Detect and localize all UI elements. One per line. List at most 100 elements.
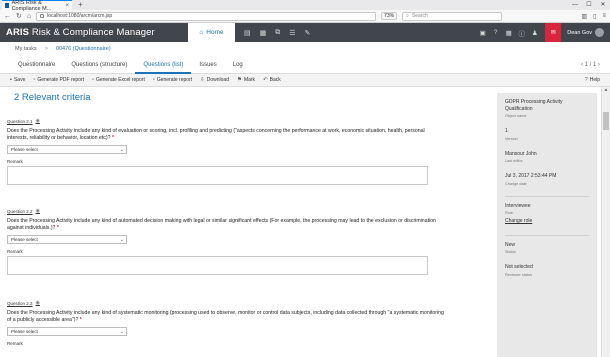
breadcrumb-root[interactable]: My tasks <box>15 46 37 52</box>
change-role-link[interactable]: Change role <box>505 218 589 225</box>
new-tab-button[interactable]: + <box>78 0 83 10</box>
reviewer-status-label: Reviewer status <box>505 272 533 277</box>
answer-select[interactable]: Please select ⌄ <box>7 145 127 154</box>
url-bar[interactable]: localhost:1080/arcm/arcm.jsp <box>36 11 377 21</box>
scroll-up-icon[interactable]: ▲ <box>602 87 610 93</box>
wrench-icon[interactable]: ✎ <box>305 29 311 37</box>
question-number[interactable]: Question 2.2 <box>7 209 33 214</box>
question-text: Does the Processing Activity include any… <box>7 218 447 232</box>
remark-field[interactable] <box>7 256 428 275</box>
panel-divider <box>505 234 589 236</box>
tab-pager[interactable]: ‹ 1 / 1 › <box>581 56 600 74</box>
question-text-body: Does the Processing Activity include any… <box>7 218 436 231</box>
panel-divider <box>505 195 589 197</box>
generate-pdf-button[interactable]: ▫ Generate PDF report <box>33 77 84 83</box>
status-field: New Status <box>505 242 589 255</box>
menu-icon[interactable]: ≡ <box>602 13 606 20</box>
download-button[interactable]: ⇩ Download <box>200 77 229 83</box>
user-menu[interactable]: Dean Gov <box>561 28 610 37</box>
eye-icon[interactable]: ◉ <box>36 118 40 124</box>
pdf-icon: ▫ <box>33 77 36 83</box>
mark-button[interactable]: ⚑ Mark <box>237 77 255 83</box>
browser-search-input[interactable]: ⌕ Search <box>402 11 503 21</box>
download-label: Download <box>206 77 229 83</box>
eye-icon[interactable]: ◉ <box>36 300 40 306</box>
user-settings-icon[interactable]: ♟ <box>528 29 541 37</box>
app-title-name: Risk & Compliance Manager <box>29 27 155 38</box>
maximize-button[interactable]: ☐ <box>582 0 596 10</box>
question-label[interactable]: Question 2.2 ◉ <box>7 208 447 214</box>
question-block: Question 2.1 ◉ Does the Processing Activi… <box>7 118 447 185</box>
role-field: Interviewee Role Change role <box>505 203 589 225</box>
question-label[interactable]: Question 2.3 ◉ <box>7 300 447 306</box>
breadcrumb-current[interactable]: 00476 (Questionnaire) <box>56 46 111 52</box>
reviewer-status-field: Not selected Reviewer status <box>505 264 589 277</box>
question-label[interactable]: Question 2.1 ◉ <box>7 118 447 124</box>
vertical-scrollbar[interactable]: ▲ <box>601 87 610 357</box>
back-icon: ↶ <box>263 77 268 83</box>
object-name-field: GDPR Processing Activity Qualification O… <box>505 99 589 118</box>
tab-issues[interactable]: Issues <box>191 56 224 74</box>
tab-questions-list[interactable]: Questions (list) <box>135 56 192 74</box>
question-number[interactable]: Question 2.3 <box>7 301 33 306</box>
question-text-body: Does the Processing Activity include any… <box>7 310 444 323</box>
generate-excel-label: Generate Excel report <box>95 77 145 83</box>
mail-button[interactable]: ✉ <box>545 23 562 42</box>
mail-icon: ✉ <box>550 30 556 36</box>
info-icon[interactable]: ⓘ <box>515 28 528 38</box>
url-text: localhost:1080/arcm/arcm.jsp <box>47 13 113 19</box>
browser-tab[interactable]: ARIS Risk & Compliance M... × <box>2 0 72 12</box>
home-icon[interactable]: ⌂ <box>27 13 31 20</box>
browser-nav-bar: ← ↻ ⌂ localhost:1080/arcm/arcm.jsp 73% ⌕… <box>0 10 610 23</box>
hierarchy-icon[interactable]: ⧉ <box>275 29 280 37</box>
status-label: Status <box>505 250 516 254</box>
home-button[interactable]: ⌂ Home <box>188 23 235 42</box>
minimize-button[interactable]: — <box>568 0 582 10</box>
help-icon[interactable]: ? <box>489 29 502 36</box>
remark-field[interactable] <box>7 166 428 185</box>
generate-pdf-label: Generate PDF report <box>37 77 84 83</box>
role-value: Interviewee <box>505 202 531 209</box>
document-icon[interactable]: ▤ <box>244 29 251 37</box>
scroll-thumb[interactable] <box>603 112 609 130</box>
excel-icon: ▫ <box>92 77 94 83</box>
question-number[interactable]: Question 2.1 <box>7 119 33 124</box>
info-panel: GDPR Processing Activity Qualification O… <box>497 93 597 357</box>
tab-log[interactable]: Log <box>225 56 251 74</box>
chevron-down-icon: ⌄ <box>119 146 124 153</box>
object-name-value: GDPR Processing Activity Qualification <box>505 99 563 112</box>
generate-report-button[interactable]: ▫ Generate report <box>153 77 192 83</box>
eye-icon[interactable]: ◉ <box>36 208 40 214</box>
version-value: 1 <box>505 128 508 134</box>
library-icon[interactable]: ▥ <box>582 13 588 20</box>
version-label: Version <box>505 136 518 141</box>
table-icon[interactable]: ▦ <box>502 29 515 37</box>
answer-select-value: Please select <box>11 329 38 334</box>
tab-bar: Questionnaire Questions (structure) Ques… <box>0 56 610 74</box>
back-button[interactable]: ↶ Back <box>263 77 281 83</box>
search-placeholder: Search <box>411 13 428 19</box>
refresh-icon[interactable]: ↻ <box>16 12 22 20</box>
chevron-down-icon: ⌄ <box>119 328 124 335</box>
back-arrow-icon[interactable]: ← <box>4 13 11 20</box>
tab-questions-structure[interactable]: Questions (structure) <box>63 56 135 74</box>
answer-select[interactable]: Please select ⌄ <box>7 327 127 336</box>
question-block: Question 2.3 ◉ Does the Processing Activi… <box>7 300 447 346</box>
answer-select[interactable]: Please select ⌄ <box>7 235 127 244</box>
search-icon: ⌕ <box>406 13 409 19</box>
list-icon[interactable]: ☰ <box>289 29 295 37</box>
close-tab-icon[interactable]: × <box>65 3 69 9</box>
sidebar-icon[interactable]: ▯ <box>593 13 596 20</box>
app-title-brand: ARIS <box>6 27 30 38</box>
grid-icon[interactable]: ▦ <box>260 29 267 37</box>
help-button[interactable]: ? Help <box>585 74 600 87</box>
save-button[interactable]: ▪ Save <box>10 77 25 83</box>
zoom-level[interactable]: 73% <box>381 12 398 20</box>
report-icon[interactable]: ▣ <box>476 29 489 37</box>
tab-questionnaire[interactable]: Questionnaire <box>10 56 63 74</box>
generate-excel-button[interactable]: ▫ Generate Excel report <box>92 77 145 83</box>
change-date-value: Jul 3, 2017 2:53:44 PM <box>505 173 557 179</box>
mark-label: Mark <box>243 77 256 83</box>
aris-favicon-icon <box>5 3 9 8</box>
close-window-button[interactable]: ✕ <box>596 0 610 10</box>
